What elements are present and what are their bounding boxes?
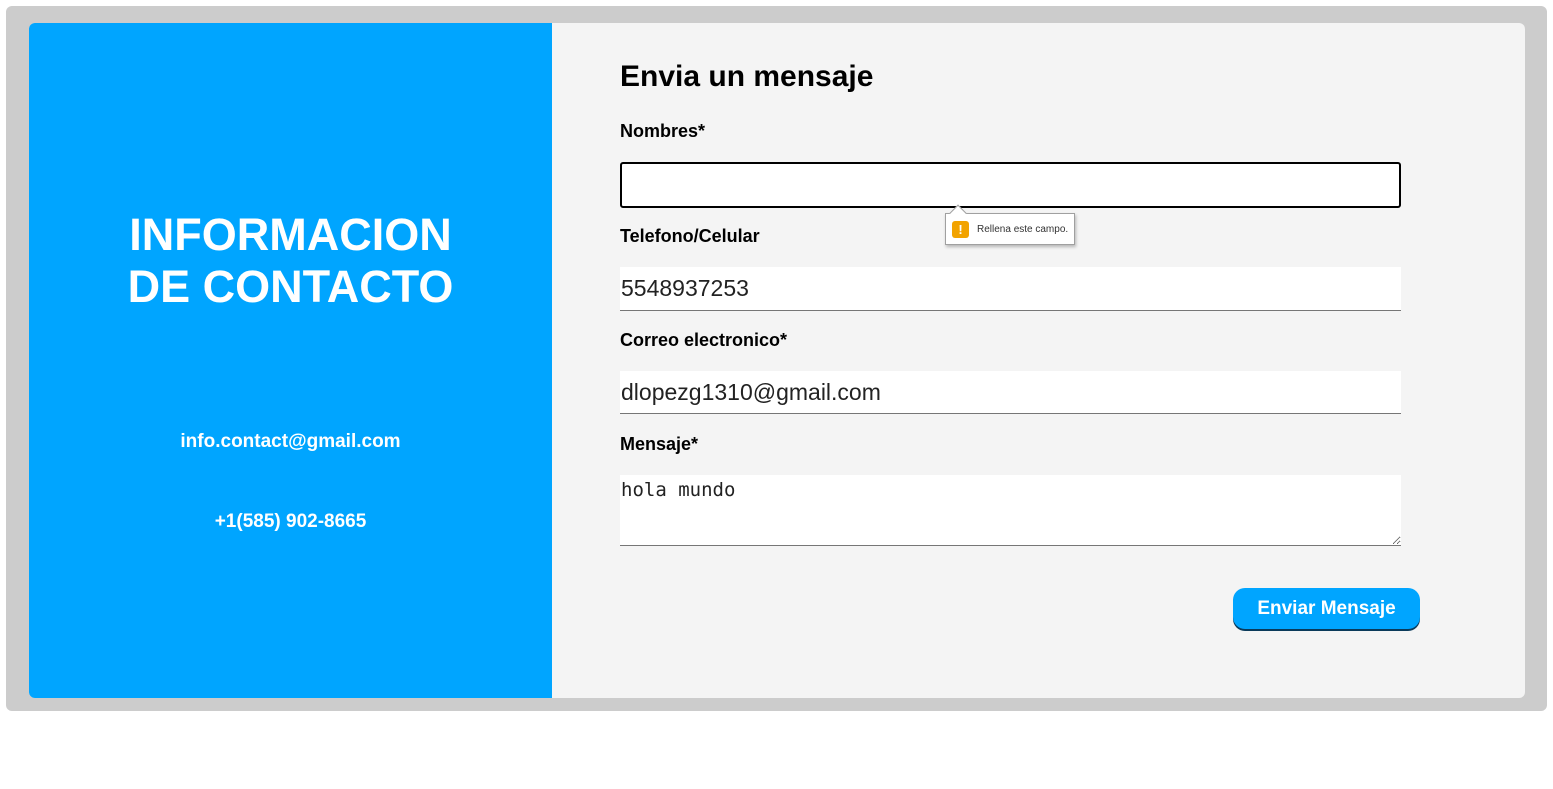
contact-email: info.contact@gmail.com (180, 431, 401, 452)
name-input[interactable] (620, 162, 1401, 208)
contact-phone: +1(585) 902-8665 (214, 511, 367, 532)
contact-info-title-line1: INFORMACION (129, 209, 452, 260)
form-title: Envia un mensaje (620, 60, 874, 93)
contact-info-title: INFORMACION DE CONTACTO (29, 209, 552, 313)
name-label: Nombres* (620, 121, 706, 141)
message-label: Mensaje* (620, 434, 699, 454)
contact-card: INFORMACION DE CONTACTO info.contact@gma… (29, 23, 1525, 698)
phone-input[interactable] (620, 267, 1401, 311)
validation-tooltip: ! Rellena este campo. (945, 204, 1075, 245)
email-label: Correo electronico* (620, 330, 788, 350)
send-message-button[interactable]: Enviar Mensaje (1233, 588, 1420, 629)
email-input[interactable] (620, 371, 1401, 414)
contact-info-title-line2: DE CONTACTO (127, 261, 454, 312)
message-textarea[interactable]: hola mundo (620, 475, 1401, 546)
contact-info-panel: INFORMACION DE CONTACTO info.contact@gma… (29, 23, 552, 698)
validation-message: Rellena este campo. (977, 224, 1069, 235)
phone-label: Telefono/Celular (620, 226, 760, 246)
warning-icon: ! (952, 221, 969, 238)
